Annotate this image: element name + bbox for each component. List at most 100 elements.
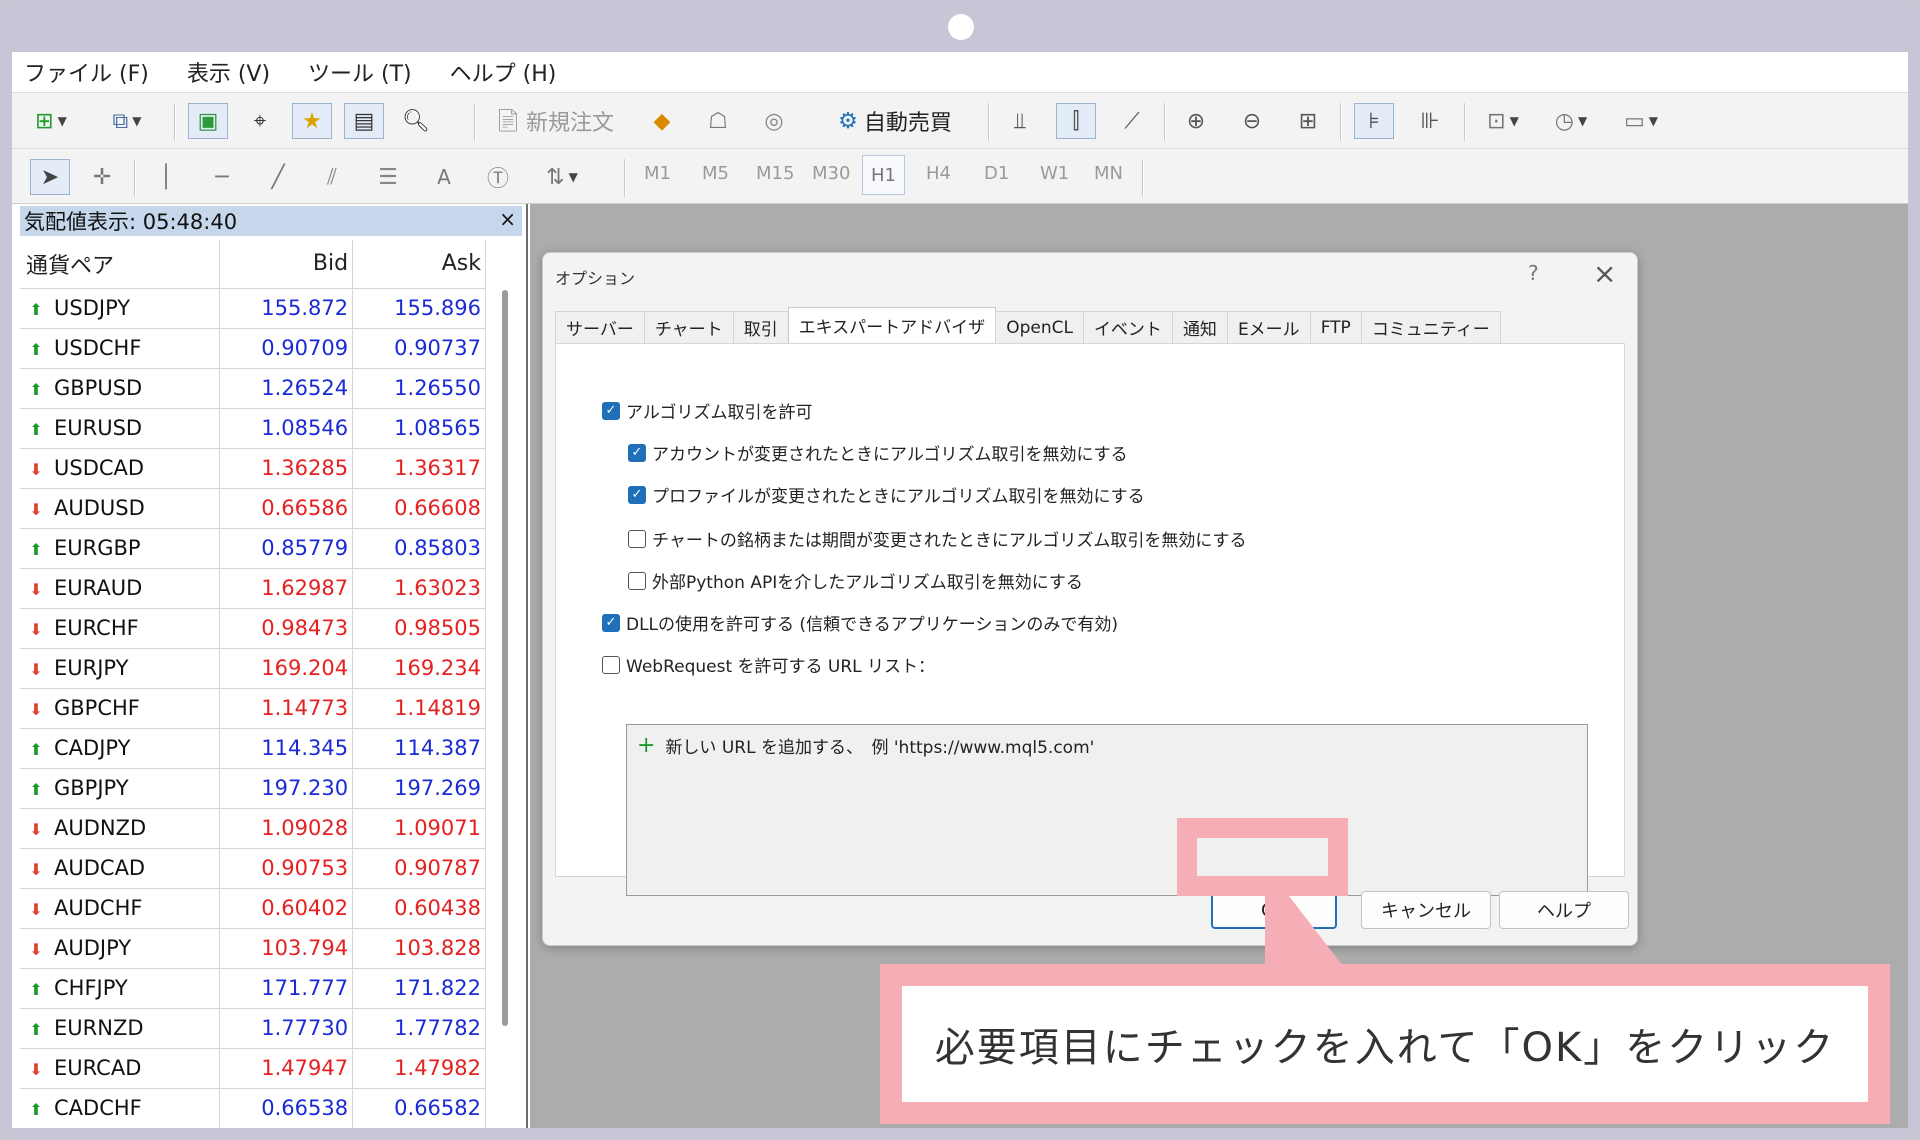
timeframe-mn[interactable]: MN — [1094, 163, 1123, 184]
help-button[interactable]: ヘルプ — [1499, 891, 1629, 929]
menu-file[interactable]: ファイル (F) — [24, 56, 149, 88]
checkbox-checked-icon[interactable]: ✓ — [628, 443, 646, 462]
table-row[interactable]: ⬇ GBPCHF 1.14773 1.14819 — [20, 688, 486, 729]
help-icon[interactable]: ? — [1528, 261, 1539, 285]
table-row[interactable]: ⬇ AUDCAD 0.90753 0.90787 — [20, 848, 486, 889]
table-row[interactable]: ⬆ EURGBP 0.85779 0.85803 — [20, 528, 486, 569]
timeframe-d1[interactable]: D1 — [984, 163, 1009, 184]
option-disable-on-symbol-change[interactable]: チャートの銘柄または期間が変更されたときにアルゴリズム取引を無効にする — [628, 526, 1247, 551]
table-row[interactable]: ⬆ CADCHF 0.66538 0.66582 — [20, 1088, 486, 1128]
metaeditor-button[interactable]: ◆ — [642, 103, 682, 139]
candlestick-chart-button[interactable]: ⫿ — [1056, 103, 1096, 139]
table-row[interactable]: ⬇ EURAUD 1.62987 1.63023 — [20, 568, 486, 609]
arrows-tool[interactable]: ⇅ ▼ — [534, 159, 590, 195]
auto-trading-button[interactable]: ⚙ 自動売買 — [810, 103, 980, 139]
tile-windows-button[interactable]: ⊞ — [1288, 103, 1328, 139]
option-disable-on-account-change[interactable]: ✓ アカウントが変更されたときにアルゴリズム取引を無効にする — [628, 440, 1128, 465]
trendline-tool[interactable]: ╱ — [258, 159, 298, 195]
zoom-in-button[interactable]: ⊕ — [1176, 103, 1216, 139]
table-row[interactable]: ⬇ EURCHF 0.98473 0.98505 — [20, 608, 486, 649]
cursor-tool[interactable]: ➤ — [30, 159, 70, 195]
equidistant-channel-tool[interactable]: ⫽ — [312, 159, 352, 195]
timeframe-h1[interactable]: H1 — [862, 155, 905, 195]
table-row[interactable]: ⬇ AUDCHF 0.60402 0.60438 — [20, 888, 486, 929]
navigator-toggle[interactable]: ★ — [292, 103, 332, 139]
new-chart-button[interactable]: ⊞ ▼ — [26, 103, 76, 139]
timeframe-m15[interactable]: M15 — [756, 163, 794, 184]
tab-chart[interactable]: チャート — [643, 311, 734, 343]
profiles-button[interactable]: ⧉ ▼ — [102, 103, 152, 139]
option-disable-python-api[interactable]: 外部Python APIを介したアルゴリズム取引を無効にする — [628, 568, 1083, 593]
templates-button[interactable]: ▭ ▼ — [1614, 103, 1668, 139]
zoom-out-button[interactable]: ⊖ — [1232, 103, 1272, 139]
chart-shift-button[interactable]: ⊪ — [1410, 103, 1450, 139]
table-row[interactable]: ⬇ AUDNZD 1.09028 1.09071 — [20, 808, 486, 849]
checkbox-unchecked-icon[interactable] — [628, 529, 646, 548]
table-row[interactable]: ⬇ USDCAD 1.36285 1.36317 — [20, 448, 486, 489]
tab-ftp[interactable]: FTP — [1309, 311, 1362, 343]
tab-server[interactable]: サーバー — [555, 311, 645, 343]
periods-button[interactable]: ◷ ▼ — [1544, 103, 1598, 139]
vertical-scrollbar[interactable] — [502, 290, 508, 1026]
close-icon[interactable]: × — [499, 207, 516, 231]
checkbox-checked-icon[interactable]: ✓ — [602, 401, 620, 420]
data-window-button[interactable]: ⌖ — [240, 103, 280, 139]
menu-tools[interactable]: ツール (T) — [308, 56, 412, 88]
column-header-bid[interactable]: Bid — [219, 240, 354, 289]
checkbox-checked-icon[interactable]: ✓ — [628, 485, 646, 504]
table-row[interactable]: ⬆ USDCHF 0.90709 0.90737 — [20, 328, 486, 369]
column-header-symbol[interactable]: 通貨ペア — [20, 240, 221, 289]
tab-email[interactable]: Eメール — [1226, 311, 1311, 343]
tab-events[interactable]: イベント — [1082, 311, 1173, 343]
table-row[interactable]: ⬆ CHFJPY 171.777 171.822 — [20, 968, 486, 1009]
timeframe-m5[interactable]: M5 — [702, 163, 729, 184]
option-allow-dll[interactable]: ✓ DLLの使用を許可する (信頼できるアプリケーションのみで有効) — [602, 610, 1118, 635]
table-row[interactable]: ⬆ EURUSD 1.08546 1.08565 — [20, 408, 486, 449]
timeframe-w1[interactable]: W1 — [1040, 163, 1069, 184]
checkbox-checked-icon[interactable]: ✓ — [602, 613, 620, 632]
cancel-button[interactable]: キャンセル — [1361, 891, 1491, 929]
table-row[interactable]: ⬇ EURCAD 1.47947 1.47982 — [20, 1048, 486, 1089]
column-header-ask[interactable]: Ask — [352, 240, 486, 289]
checkbox-unchecked-icon[interactable] — [628, 571, 646, 590]
tab-trade[interactable]: 取引 — [732, 311, 789, 343]
close-icon[interactable]: × — [1593, 257, 1616, 290]
option-allow-algo-trading[interactable]: ✓ アルゴリズム取引を許可 — [602, 398, 813, 423]
timeframe-m30[interactable]: M30 — [812, 163, 850, 184]
menu-help[interactable]: ヘルプ (H) — [450, 56, 557, 88]
vertical-line-tool[interactable]: │ — [146, 159, 186, 195]
webrequest-url-list[interactable]: + 新しい URL を追加する、 例 'https://www.mql5.com… — [626, 724, 1588, 896]
fibonacci-tool[interactable]: ☰ — [368, 159, 408, 195]
auto-scroll-button[interactable]: ⊧ — [1354, 103, 1394, 139]
add-url-row[interactable]: + 新しい URL を追加する、 例 'https://www.mql5.com… — [637, 733, 1094, 758]
table-row[interactable]: ⬆ GBPUSD 1.26524 1.26550 — [20, 368, 486, 409]
new-order-button[interactable]: 📄︎ 新規注文 — [486, 103, 622, 139]
tab-notifications[interactable]: 通知 — [1171, 311, 1228, 343]
line-chart-button[interactable]: ⟋ — [1112, 103, 1152, 139]
menu-view[interactable]: 表示 (V) — [187, 56, 270, 88]
table-row[interactable]: ⬆ GBPJPY 197.230 197.269 — [20, 768, 486, 809]
indicators-button[interactable]: ⊡ ▼ — [1476, 103, 1530, 139]
horizontal-line-tool[interactable]: ─ — [202, 159, 242, 195]
market-watch-toggle[interactable]: ▣ — [188, 103, 228, 139]
tab-expert-advisors[interactable]: エキスパートアドバイザ — [787, 307, 997, 343]
timeframe-h4[interactable]: H4 — [926, 163, 951, 184]
option-allow-webrequest[interactable]: WebRequest を許可する URL リスト： — [602, 652, 935, 677]
tab-community[interactable]: コミュニティー — [1360, 311, 1501, 343]
crosshair-tool[interactable]: ✛ — [82, 159, 122, 195]
text-tool[interactable]: A — [424, 159, 464, 195]
table-row[interactable]: ⬇ AUDJPY 103.794 103.828 — [20, 928, 486, 969]
table-row[interactable]: ⬇ EURJPY 169.204 169.234 — [20, 648, 486, 689]
tab-opencl[interactable]: OpenCL — [995, 311, 1084, 343]
text-label-tool[interactable]: Ⓣ — [478, 159, 518, 195]
vps-button[interactable]: ◎ — [754, 103, 794, 139]
table-row[interactable]: ⬆ USDJPY 155.872 155.896 — [20, 288, 486, 329]
toolbox-toggle[interactable]: ▤ — [344, 103, 384, 139]
table-row[interactable]: ⬇ AUDUSD 0.66586 0.66608 — [20, 488, 486, 529]
table-row[interactable]: ⬆ EURNZD 1.77730 1.77782 — [20, 1008, 486, 1049]
bar-chart-button[interactable]: ⫫ — [1000, 103, 1040, 139]
signals-button[interactable]: ☖ — [698, 103, 738, 139]
option-disable-on-profile-change[interactable]: ✓ プロファイルが変更されたときにアルゴリズム取引を無効にする — [628, 482, 1145, 507]
table-row[interactable]: ⬆ CADJPY 114.345 114.387 — [20, 728, 486, 769]
timeframe-m1[interactable]: M1 — [644, 163, 671, 184]
